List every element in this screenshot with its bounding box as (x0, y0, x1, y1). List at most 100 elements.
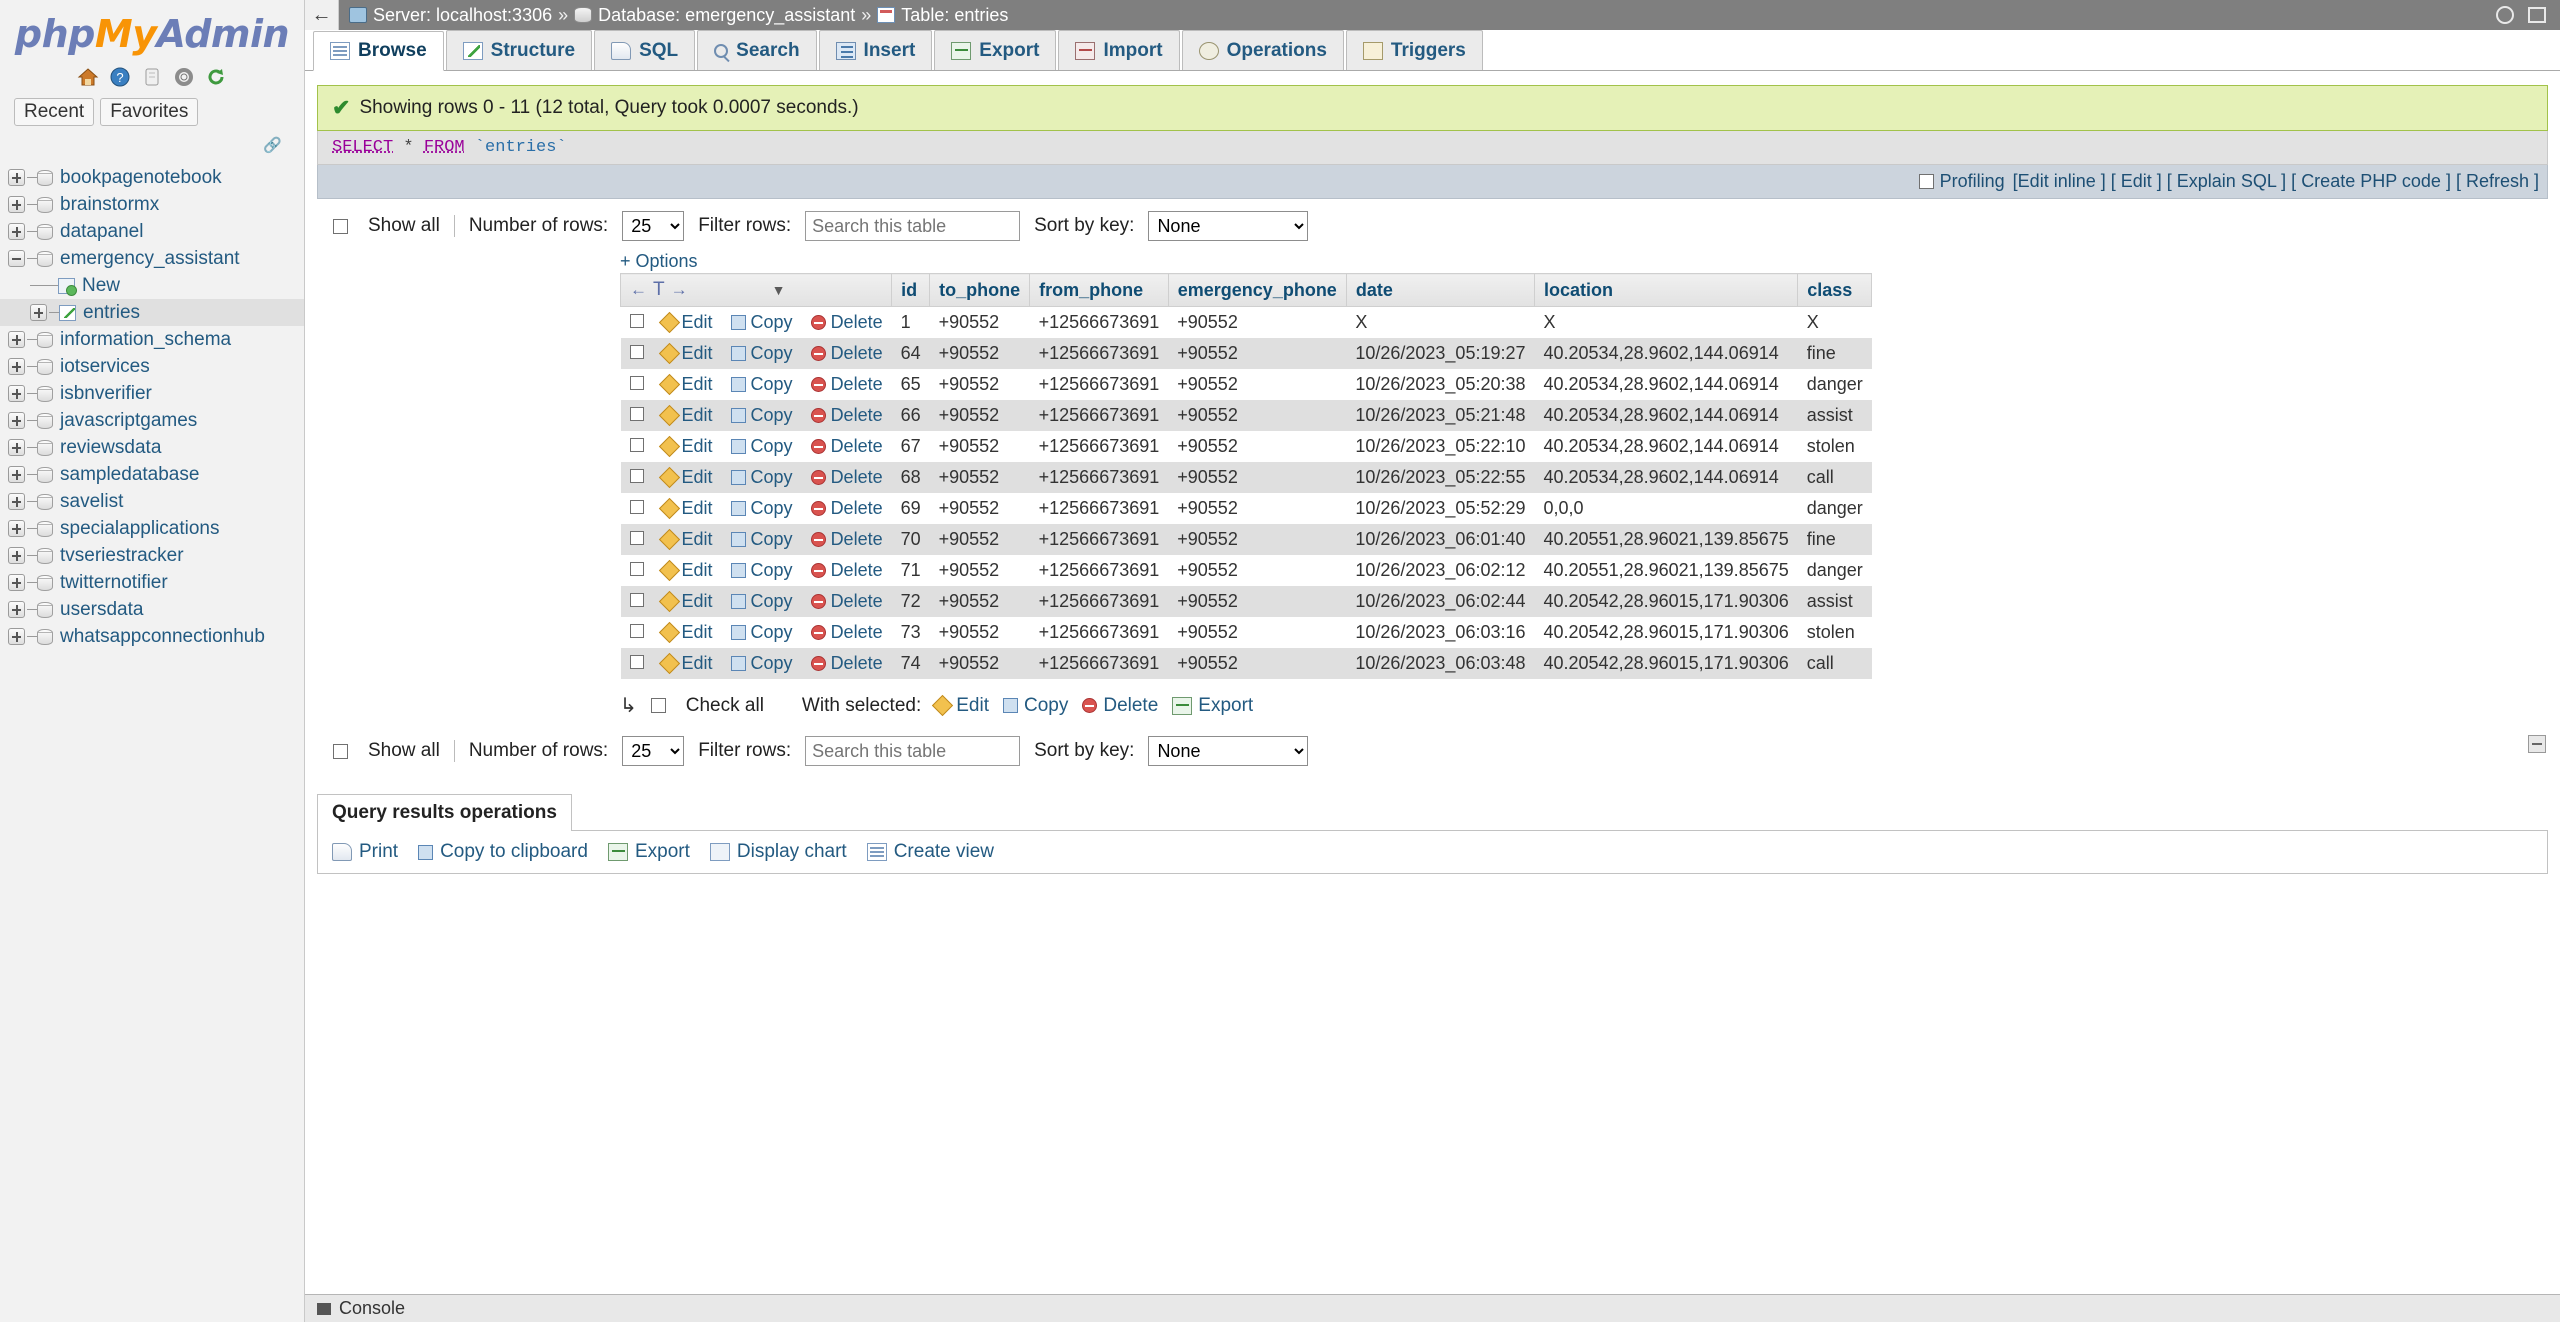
sidebar-db-label[interactable]: information_schema (60, 329, 231, 351)
row-checkbox-cell[interactable] (621, 462, 653, 493)
tab-structure[interactable]: Structure (446, 30, 592, 70)
number-of-rows-select-bottom[interactable]: 25 (622, 736, 684, 766)
row-delete-link[interactable]: Delete (831, 560, 883, 581)
sidebar-db-savelist[interactable]: savelist (0, 488, 304, 515)
row-checkbox[interactable] (630, 376, 644, 390)
reload-icon[interactable] (205, 66, 227, 88)
row-copy-cell[interactable]: Copy (722, 493, 802, 524)
sidebar-table-entries[interactable]: entries (0, 299, 304, 326)
row-delete-link[interactable]: Delete (831, 622, 883, 643)
sidebar-db-bookpagenotebook[interactable]: bookpagenotebook (0, 164, 304, 191)
table-row[interactable]: EditCopyDelete74+90552+12566673691+90552… (621, 648, 1872, 679)
arrow-right-icon[interactable]: → (671, 280, 688, 300)
row-checkbox[interactable] (630, 655, 644, 669)
logout-icon[interactable] (2528, 7, 2546, 23)
row-delete-cell[interactable]: Delete (802, 462, 892, 493)
row-checkbox[interactable] (630, 531, 644, 545)
show-all-checkbox-top[interactable] (333, 219, 348, 234)
sidebar-db-usersdata[interactable]: usersdata (0, 596, 304, 623)
sidebar-db-information_schema[interactable]: information_schema (0, 326, 304, 353)
filter-rows-input-bottom[interactable] (805, 736, 1020, 766)
row-copy-cell[interactable]: Copy (722, 307, 802, 339)
sidebar-db-label[interactable]: reviewsdata (60, 437, 161, 459)
row-copy-cell[interactable]: Copy (722, 524, 802, 555)
row-copy-link[interactable]: Copy (751, 560, 793, 581)
sidebar-db-tvseriestracker[interactable]: tvseriestracker (0, 542, 304, 569)
row-checkbox[interactable] (630, 500, 644, 514)
row-copy-link[interactable]: Copy (751, 405, 793, 426)
row-delete-link[interactable]: Delete (831, 312, 883, 333)
sidebar-table-label[interactable]: New (82, 275, 120, 297)
expand-icon[interactable] (8, 223, 25, 240)
row-edit-cell[interactable]: Edit (653, 307, 722, 339)
row-edit-link[interactable]: Edit (682, 498, 713, 519)
breadcrumb-table[interactable]: Table: entries (901, 5, 1008, 26)
phpmyadmin-logo[interactable]: phpMyAdmin (0, 0, 304, 60)
row-checkbox-cell[interactable] (621, 524, 653, 555)
edit-link[interactable]: Edit (2121, 171, 2152, 191)
settings-icon[interactable] (173, 66, 195, 88)
sidebar-db-label[interactable]: sampledatabase (60, 464, 199, 486)
table-row[interactable]: EditCopyDelete1+90552+12566673691+90552X… (621, 307, 1872, 339)
row-edit-cell[interactable]: Edit (653, 555, 722, 586)
row-checkbox[interactable] (630, 593, 644, 607)
arrow-left-icon[interactable]: ← (630, 280, 647, 300)
row-copy-link[interactable]: Copy (751, 312, 793, 333)
row-copy-link[interactable]: Copy (751, 622, 793, 643)
sidebar-db-label[interactable]: emergency_assistant (60, 248, 240, 270)
row-delete-cell[interactable]: Delete (802, 400, 892, 431)
sort-by-key-select-bottom[interactable]: None (1148, 736, 1308, 766)
tab-export[interactable]: Export (934, 30, 1056, 70)
expand-icon[interactable] (8, 601, 25, 618)
row-checkbox[interactable] (630, 438, 644, 452)
row-copy-link[interactable]: Copy (751, 498, 793, 519)
row-edit-link[interactable]: Edit (682, 560, 713, 581)
table-row[interactable]: EditCopyDelete64+90552+12566673691+90552… (621, 338, 1872, 369)
tab-import[interactable]: Import (1058, 30, 1179, 70)
sidebar-db-label[interactable]: specialapplications (60, 518, 220, 540)
sidebar-db-label[interactable]: brainstormx (60, 194, 159, 216)
explain-sql-link[interactable]: Explain SQL (2177, 171, 2276, 191)
expand-icon[interactable] (8, 520, 25, 537)
tab-operations[interactable]: Operations (1182, 30, 1344, 70)
row-edit-link[interactable]: Edit (682, 405, 713, 426)
row-checkbox-cell[interactable] (621, 431, 653, 462)
sidebar-db-label[interactable]: tvseriestracker (60, 545, 184, 567)
recent-tab[interactable]: Recent (14, 98, 94, 126)
row-delete-link[interactable]: Delete (831, 343, 883, 364)
expand-icon[interactable] (8, 412, 25, 429)
row-delete-cell[interactable]: Delete (802, 555, 892, 586)
row-checkbox[interactable] (630, 469, 644, 483)
expand-icon[interactable] (8, 466, 25, 483)
tab-sql[interactable]: SQL (594, 30, 695, 70)
row-edit-link[interactable]: Edit (682, 622, 713, 643)
row-delete-link[interactable]: Delete (831, 653, 883, 674)
row-delete-cell[interactable]: Delete (802, 648, 892, 679)
column-header-location[interactable]: location (1535, 274, 1798, 307)
sidebar-db-label[interactable]: whatsappconnectionhub (60, 626, 265, 648)
sidebar-db-reviewsdata[interactable]: reviewsdata (0, 434, 304, 461)
refresh-link[interactable]: Refresh (2466, 171, 2529, 191)
breadcrumb-server[interactable]: Server: localhost:3306 (373, 5, 552, 26)
row-copy-link[interactable]: Copy (751, 591, 793, 612)
row-edit-cell[interactable]: Edit (653, 369, 722, 400)
table-row[interactable]: EditCopyDelete70+90552+12566673691+90552… (621, 524, 1872, 555)
check-all-label[interactable]: Check all (686, 695, 764, 717)
sidebar-db-label[interactable]: bookpagenotebook (60, 167, 222, 189)
tab-insert[interactable]: Insert (819, 30, 933, 70)
table-row[interactable]: EditCopyDelete69+90552+12566673691+90552… (621, 493, 1872, 524)
with-selected-copy[interactable]: Copy (1003, 695, 1068, 717)
row-copy-cell[interactable]: Copy (722, 431, 802, 462)
row-edit-link[interactable]: Edit (682, 312, 713, 333)
row-checkbox[interactable] (630, 314, 644, 328)
sort-control-header[interactable]: ← T → ▼ (621, 274, 892, 307)
edit-inline-link[interactable]: Edit inline (2018, 171, 2096, 191)
collapse-sidebar-button[interactable]: ← (305, 0, 339, 30)
row-edit-link[interactable]: Edit (682, 374, 713, 395)
sidebar-db-label[interactable]: usersdata (60, 599, 143, 621)
row-checkbox-cell[interactable] (621, 338, 653, 369)
table-row[interactable]: EditCopyDelete65+90552+12566673691+90552… (621, 369, 1872, 400)
table-row[interactable]: EditCopyDelete72+90552+12566673691+90552… (621, 586, 1872, 617)
row-delete-cell[interactable]: Delete (802, 369, 892, 400)
table-row[interactable]: EditCopyDelete67+90552+12566673691+90552… (621, 431, 1872, 462)
